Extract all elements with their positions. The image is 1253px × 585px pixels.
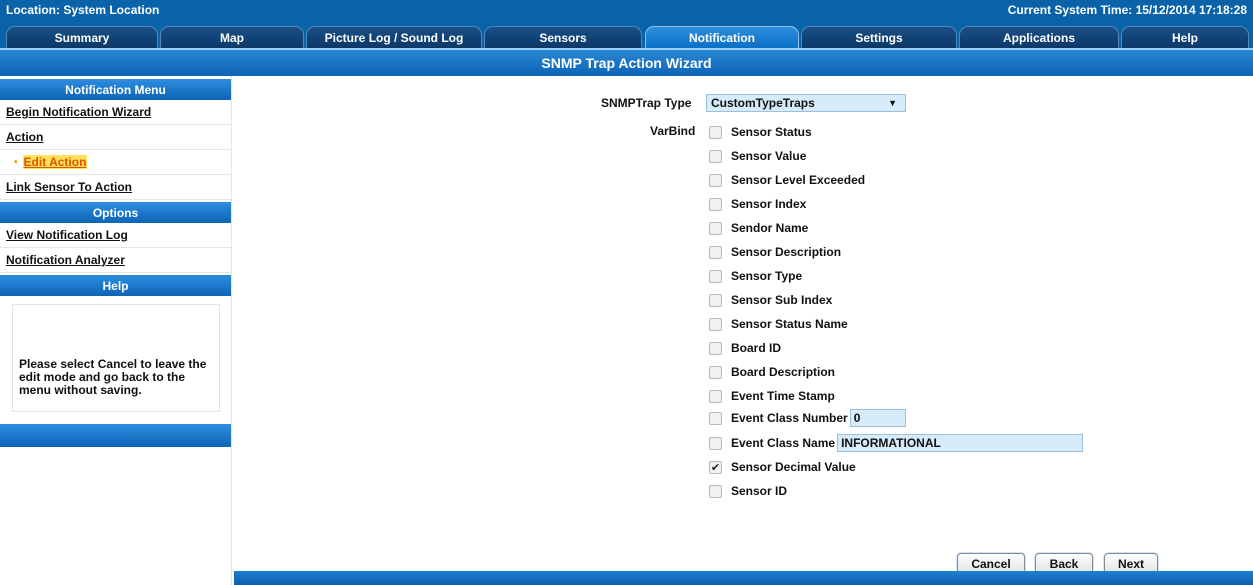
varbind-row: Board Description	[709, 363, 835, 381]
options-header: Options	[0, 202, 231, 223]
varbind-option-label: Sensor Decimal Value	[731, 460, 856, 474]
varbind-row: Sensor Status	[709, 123, 812, 141]
varbind-row: Sensor Description	[709, 243, 841, 261]
sidebar: Notification Menu Begin Notification Wiz…	[0, 76, 232, 585]
varbind-checkbox[interactable]	[709, 269, 722, 283]
varbind-checkbox[interactable]	[709, 389, 722, 403]
location-label: Location: System Location	[6, 3, 160, 17]
varbind-option-label: Event Time Stamp	[731, 389, 835, 403]
tab-map[interactable]: Map	[160, 26, 304, 48]
page-title: SNMP Trap Action Wizard	[541, 55, 712, 71]
varbind-checkbox[interactable]	[709, 125, 722, 139]
sidebar-item-begin-wizard[interactable]: Begin Notification Wizard	[0, 100, 231, 125]
tab-notification[interactable]: Notification	[645, 26, 799, 48]
varbind-row: Sensor ID	[709, 482, 787, 500]
varbind-option-label: Sensor ID	[731, 484, 788, 498]
varbind-row: Sensor Value	[709, 147, 806, 165]
event-class-name-input[interactable]: INFORMATIONAL	[837, 434, 1084, 452]
varbind-option-label: Sensor Level Exceeded	[731, 173, 866, 187]
help-text: Please select Cancel to leave the edit m…	[19, 357, 207, 397]
varbind-checkbox[interactable]	[709, 293, 722, 307]
tab-help[interactable]: Help	[1121, 26, 1249, 48]
notification-menu-header: Notification Menu	[0, 79, 231, 100]
sidebar-item-link-sensor[interactable]: Link Sensor To Action	[0, 175, 231, 200]
varbind-option-label: Board Description	[731, 365, 836, 379]
sidebar-item-edit-action[interactable]: • Edit Action	[0, 150, 231, 175]
varbind-row: Sensor Status Name	[709, 315, 848, 333]
snmptrap-type-value: CustomTypeTraps	[711, 96, 815, 110]
wizard-title-bar: SNMP Trap Action Wizard	[0, 48, 1253, 76]
system-time: Current System Time: 15/12/2014 17:18:28	[1007, 3, 1247, 17]
varbind-option-label: Sensor Sub Index	[731, 293, 833, 307]
tab-applications[interactable]: Applications	[959, 26, 1119, 48]
varbind-row: Sensor Index	[709, 195, 806, 213]
checkmark-icon: ✔	[710, 461, 721, 474]
varbind-checkbox[interactable]	[709, 221, 722, 235]
sidebar-item-view-log[interactable]: View Notification Log	[0, 223, 231, 248]
varbind-label: VarBind	[650, 124, 696, 138]
varbind-row: Board ID	[709, 339, 781, 357]
bullet-icon: •	[14, 156, 18, 168]
varbind-option-label: Sensor Value	[731, 149, 807, 163]
varbind-checkbox[interactable]	[709, 197, 722, 211]
varbind-option-label: Sensor Status Name	[731, 317, 848, 331]
varbind-checkbox[interactable]	[709, 436, 722, 450]
tab-settings[interactable]: Settings	[801, 26, 957, 48]
sidebar-item-action[interactable]: Action	[0, 125, 231, 150]
varbind-option-label: Event Class Number	[731, 411, 848, 425]
bottom-bar	[234, 571, 1253, 585]
varbind-row: Event Class Number 0	[709, 409, 906, 427]
varbind-option-label: Sendor Name	[731, 221, 809, 235]
tab-summary[interactable]: Summary	[6, 26, 158, 48]
varbind-option-label: Board ID	[731, 341, 782, 355]
varbind-option-label: Sensor Index	[731, 197, 807, 211]
varbind-checkbox[interactable]	[709, 173, 722, 187]
varbind-row: Sensor Type	[709, 267, 802, 285]
snmptrap-type-select[interactable]: CustomTypeTraps ▼	[706, 94, 906, 112]
event-class-number-input[interactable]: 0	[849, 409, 906, 427]
varbind-option-label: Sensor Description	[731, 245, 842, 259]
dropdown-arrow-icon: ▼	[888, 98, 897, 108]
varbind-row: Sensor Level Exceeded	[709, 171, 865, 189]
snmptrap-type-label: SNMPTrap Type	[601, 96, 692, 110]
tab-picture-log[interactable]: Picture Log / Sound Log	[306, 26, 482, 48]
varbind-option-label: Sensor Type	[731, 269, 803, 283]
varbind-checkbox-checked[interactable]: ✔	[709, 460, 722, 474]
varbind-row: Event Class Name INFORMATIONAL	[709, 434, 1084, 452]
top-bar: Location: System Location Current System…	[0, 0, 1253, 48]
varbind-checkbox[interactable]	[709, 341, 722, 355]
varbind-checkbox[interactable]	[709, 245, 722, 259]
tab-sensors[interactable]: Sensors	[484, 26, 642, 48]
varbind-checkbox[interactable]	[709, 484, 722, 498]
varbind-row: Event Time Stamp	[709, 387, 835, 405]
sidebar-item-analyzer[interactable]: Notification Analyzer	[0, 248, 231, 273]
help-box: Please select Cancel to leave the edit m…	[12, 304, 220, 412]
varbind-option-label: Sensor Status	[731, 125, 812, 139]
varbind-checkbox[interactable]	[709, 149, 722, 163]
varbind-row: Sendor Name	[709, 219, 808, 237]
varbind-checkbox[interactable]	[709, 317, 722, 331]
varbind-row: Sensor Sub Index	[709, 291, 832, 309]
varbind-row: ✔ Sensor Decimal Value	[709, 458, 856, 476]
varbind-option-label: Event Class Name	[731, 436, 836, 450]
help-header: Help	[0, 275, 231, 296]
varbind-checkbox[interactable]	[709, 411, 722, 425]
varbind-checkbox[interactable]	[709, 365, 722, 379]
sidebar-footer-bar	[0, 424, 231, 447]
sidebar-item-edit-action-label[interactable]: Edit Action	[22, 155, 88, 169]
